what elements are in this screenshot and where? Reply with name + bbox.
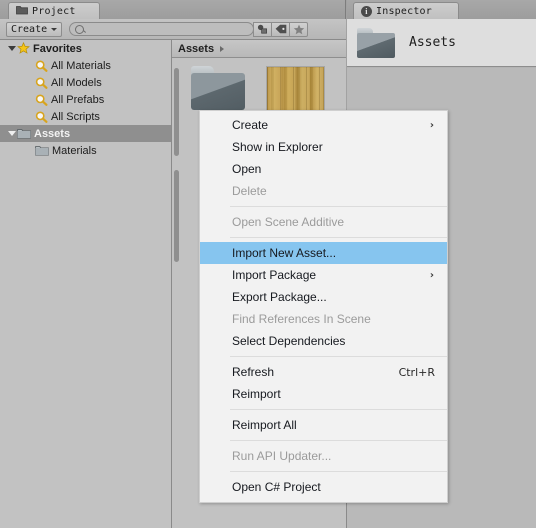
tree-item-label: Materials: [52, 144, 97, 157]
tab-inspector-label: Inspector: [376, 5, 432, 17]
tab-inspector[interactable]: i Inspector: [353, 2, 459, 19]
menu-item-label: Create: [232, 118, 269, 132]
disclosure-triangle-icon[interactable]: [6, 131, 17, 136]
filter-by-label-button[interactable]: [271, 21, 291, 37]
tree-item-all-materials[interactable]: All Materials: [0, 57, 171, 74]
star-icon: [293, 24, 304, 34]
menu-separator: [230, 471, 447, 472]
tree-item-label: All Scripts: [51, 110, 100, 123]
menu-item-label: Run API Updater...: [232, 449, 332, 463]
project-tree-pane: Favorites All Materials All Models All Pref…: [0, 40, 172, 528]
tree-item-all-scripts[interactable]: All Scripts: [0, 108, 171, 125]
search-icon: [35, 77, 48, 89]
menu-separator: [230, 206, 447, 207]
menu-item-export-package[interactable]: Export Package...: [200, 286, 447, 308]
search-icon: [35, 94, 48, 106]
menu-item-label: Open Scene Additive: [232, 215, 345, 229]
create-button[interactable]: Create: [6, 21, 63, 37]
menu-item-show-in-explorer[interactable]: Show in Explorer: [200, 136, 447, 158]
menu-item-label: Select Dependencies: [232, 334, 346, 348]
tree-item-assets[interactable]: Assets: [0, 125, 171, 142]
tree-item-label: Assets: [34, 127, 71, 140]
menu-item-import-package[interactable]: Import Package ›: [200, 264, 447, 286]
menu-item-import-new-asset[interactable]: Import New Asset...: [200, 242, 447, 264]
inspector-header: Assets: [347, 19, 536, 67]
breadcrumb: Assets: [172, 40, 346, 58]
menu-item-delete: Delete: [200, 180, 447, 202]
menu-item-label: Export Package...: [232, 290, 327, 304]
menu-item-open[interactable]: Open: [200, 158, 447, 180]
tree-item-label: All Materials: [51, 59, 111, 72]
filter-by-favorite-button[interactable]: [289, 21, 309, 37]
info-icon: i: [361, 5, 372, 17]
project-tree: Favorites All Materials All Models All Pref…: [0, 40, 171, 159]
menu-item-label: Reimport All: [232, 418, 297, 432]
tab-project[interactable]: Project: [8, 2, 100, 19]
tree-item-label: Favorites: [33, 42, 82, 55]
folder-icon: [357, 27, 395, 58]
search-icon: [35, 111, 48, 123]
menu-item-label: Find References In Scene: [232, 312, 371, 326]
disclosure-triangle-icon[interactable]: [6, 46, 17, 51]
menu-item-label: Show in Explorer: [232, 140, 323, 154]
folder-icon: [17, 128, 31, 139]
menu-item-label: Refresh: [232, 365, 275, 379]
tab-project-label: Project: [32, 5, 76, 17]
context-menu: Create › Show in Explorer Open Delete Open Sc…: [199, 110, 448, 503]
menu-item-select-dependencies[interactable]: Select Dependencies: [200, 330, 447, 352]
menu-item-open-scene-additive: Open Scene Additive: [200, 211, 447, 233]
tree-item-all-models[interactable]: All Models: [0, 74, 171, 91]
chevron-down-icon: [51, 27, 58, 31]
inspector-title: Assets: [409, 35, 456, 50]
tree-item-all-prefabs[interactable]: All Prefabs: [0, 91, 171, 108]
project-tabstrip: Project: [0, 0, 345, 19]
unity-editor-window: Project Create Favorites All Materials A…: [0, 0, 536, 528]
tree-item-label: All Prefabs: [51, 93, 105, 106]
content-scrollbar-thumb-upper[interactable]: [174, 68, 179, 156]
chevron-right-icon: [220, 45, 225, 52]
info-icon-char: i: [365, 6, 368, 16]
menu-separator: [230, 409, 447, 410]
menu-item-open-c-project[interactable]: Open C# Project: [200, 476, 447, 498]
asset-item-folder[interactable]: [186, 66, 250, 110]
tree-item-favorites[interactable]: Favorites: [0, 40, 171, 57]
star-icon: [17, 42, 30, 55]
inspector-tabstrip: i Inspector: [347, 0, 536, 19]
project-toolbar: Create: [0, 19, 346, 40]
folder-icon: [191, 66, 245, 110]
menu-item-create[interactable]: Create ›: [200, 114, 447, 136]
menu-item-label: Import Package: [232, 268, 317, 282]
search-icon: [35, 60, 48, 72]
menu-item-run-api-updater: Run API Updater...: [200, 445, 447, 467]
tag-icon: [275, 24, 286, 34]
chevron-right-icon: ›: [429, 269, 434, 281]
tree-item-materials[interactable]: Materials: [0, 142, 171, 159]
menu-separator: [230, 356, 447, 357]
menu-item-find-references-in-scene: Find References In Scene: [200, 308, 447, 330]
menu-item-label: Reimport: [232, 387, 281, 401]
menu-item-label: Import New Asset...: [232, 246, 337, 260]
search-input[interactable]: [69, 22, 255, 36]
menu-item-label: Open: [232, 162, 262, 176]
menu-item-reimport-all[interactable]: Reimport All: [200, 414, 447, 436]
folder-icon: [35, 145, 49, 156]
folder-icon: [16, 5, 28, 18]
filter-by-type-button[interactable]: [253, 21, 273, 37]
breadcrumb-label: Assets: [178, 42, 215, 55]
menu-item-label: Delete: [232, 184, 267, 198]
menu-item-shortcut: Ctrl+R: [398, 365, 435, 379]
filter-by-type-icon: [258, 24, 268, 34]
menu-item-reimport[interactable]: Reimport: [200, 383, 447, 405]
tree-item-label: All Models: [51, 76, 102, 89]
create-button-label: Create: [11, 23, 48, 35]
chevron-right-icon: ›: [429, 119, 434, 131]
search-icon: [75, 24, 85, 34]
menu-separator: [230, 237, 447, 238]
menu-item-refresh[interactable]: Refresh Ctrl+R: [200, 361, 447, 383]
content-scrollbar-thumb-lower[interactable]: [174, 170, 179, 262]
menu-separator: [230, 440, 447, 441]
menu-item-label: Open C# Project: [232, 480, 321, 494]
